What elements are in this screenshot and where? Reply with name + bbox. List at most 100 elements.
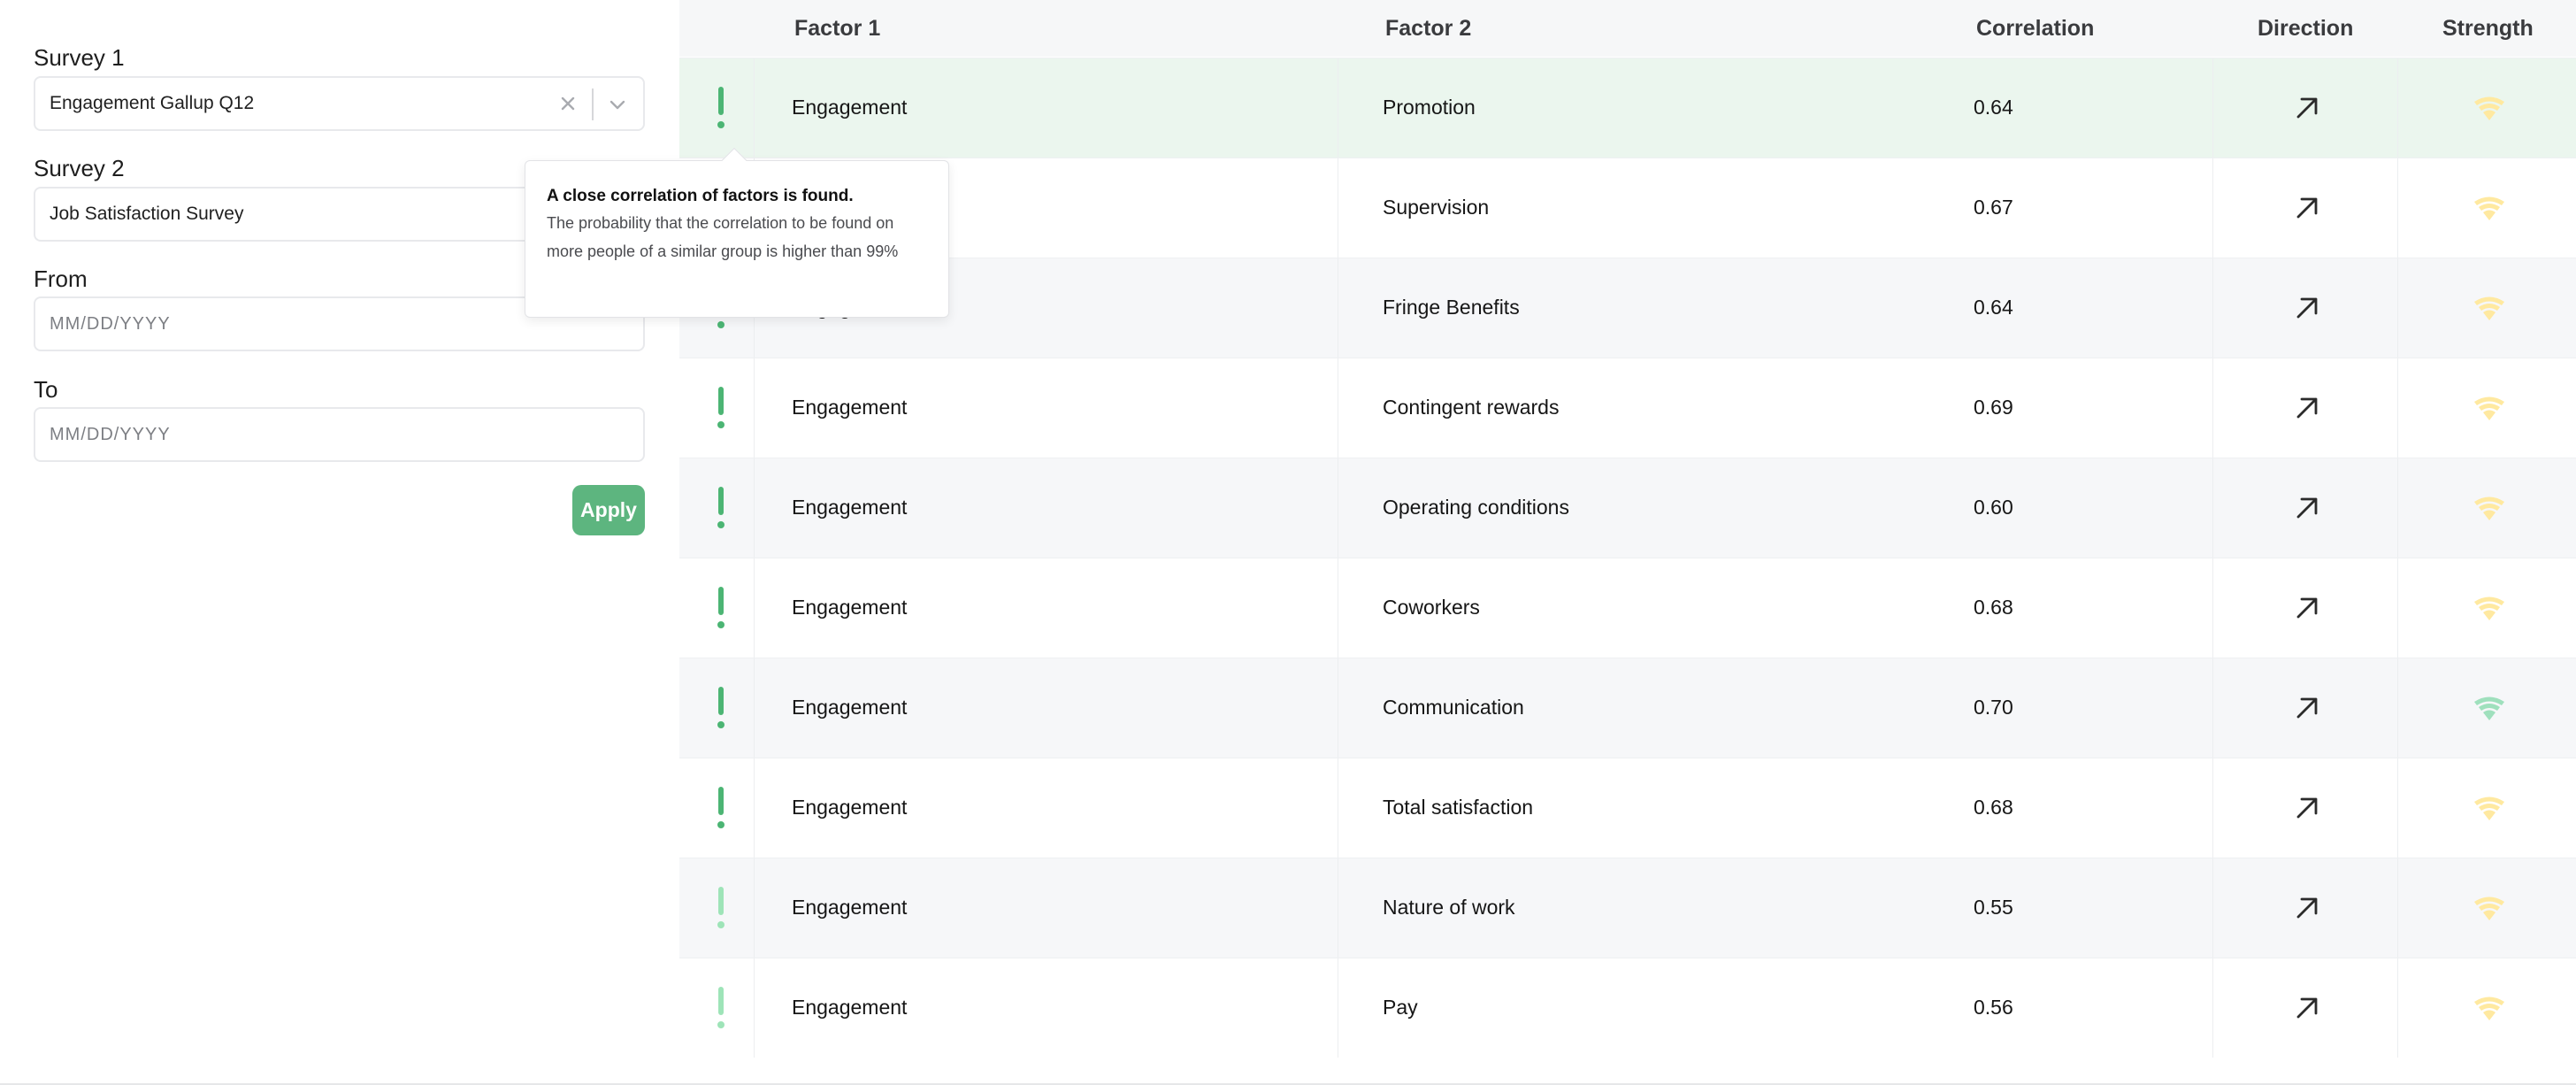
to-date-field[interactable] [34,407,645,462]
table-row[interactable]: Engagement Coworkers 0.68 [679,558,2576,658]
factor1-cell: Engagement [792,496,908,519]
column-divider [2212,358,2213,458]
factor1-cell: Engagement [792,796,908,819]
column-header-factor2[interactable]: Factor 2 [1385,0,1471,57]
column-divider [2212,558,2213,658]
correlation-cell: 0.68 [1974,796,2013,819]
column-divider [754,858,755,958]
column-divider [2397,58,2398,158]
column-divider [2212,958,2213,1058]
correlation-cell: 0.60 [1974,496,2013,519]
factor1-cell: Engagement [792,696,908,719]
up-right-arrow-icon [2296,297,2318,319]
significance-icon[interactable] [717,687,725,729]
significance-icon[interactable] [717,787,725,829]
significance-icon[interactable] [717,587,725,629]
significance-icon[interactable] [717,387,725,429]
survey2-label: Survey 2 [34,155,125,181]
significance-icon[interactable] [717,887,725,929]
survey2-value: Job Satisfaction Survey [50,204,244,224]
factor1-cell: Engagement [792,896,908,919]
correlation-cell: 0.55 [1974,896,2013,919]
up-right-arrow-icon [2296,697,2318,719]
up-right-arrow-icon [2296,597,2318,619]
factor2-cell: Supervision [1383,196,1490,219]
column-divider [2212,858,2213,958]
correlation-cell: 0.70 [1974,696,2013,719]
up-right-arrow-icon [2296,497,2318,519]
factor2-cell: Operating conditions [1383,496,1569,519]
signal-strength-icon [2474,596,2504,620]
column-divider [754,458,755,558]
factor1-cell: Engagement [792,396,908,419]
table-header: Factor 1 Factor 2 Correlation Direction … [679,0,2576,57]
table-row[interactable]: Engagement Operating conditions 0.60 [679,458,2576,558]
significance-icon[interactable] [717,487,725,529]
table-row[interactable]: Engagement Promotion 0.64 [679,58,2576,158]
table-row[interactable]: Engagement Total satisfaction 0.68 [679,758,2576,858]
correlation-cell: 0.56 [1974,996,2013,1019]
significance-icon[interactable] [717,987,725,1029]
column-header-correlation[interactable]: Correlation [1976,0,2094,57]
apply-button[interactable]: Apply [572,485,645,535]
factor2-cell: Promotion [1383,96,1476,119]
survey1-select[interactable]: Engagement Gallup Q12 [34,76,645,131]
column-divider [2212,58,2213,158]
up-right-arrow-icon [2296,397,2318,419]
up-right-arrow-icon [2296,197,2318,219]
column-divider [2397,458,2398,558]
factor2-cell: Communication [1383,696,1524,719]
table-row[interactable]: Engagement Communication 0.70 [679,658,2576,758]
factor2-cell: Contingent rewards [1383,396,1560,419]
tooltip-body: The probability that the correlation to … [547,214,899,260]
table-row[interactable]: Engagement Contingent rewards 0.69 [679,358,2576,458]
factor2-cell: Nature of work [1383,896,1515,919]
factor2-cell: Pay [1383,996,1418,1019]
signal-strength-icon [2474,496,2504,520]
chevron-down-icon[interactable] [604,91,631,118]
table-row[interactable]: EngagementSupervision0.67 [679,158,2576,258]
signal-strength-icon [2474,396,2504,420]
column-divider [2212,158,2213,258]
column-divider [2397,558,2398,658]
table-row[interactable]: Engagement Nature of work 0.55 [679,858,2576,958]
significance-icon[interactable] [717,87,725,129]
column-divider [754,58,755,158]
column-divider [754,558,755,658]
up-right-arrow-icon [2296,97,2318,119]
column-divider [2397,958,2398,1058]
column-header-strength[interactable]: Strength [2442,0,2534,57]
column-header-direction[interactable]: Direction [2258,0,2353,57]
up-right-arrow-icon [2296,797,2318,819]
column-divider [2397,158,2398,258]
to-label: To [34,376,58,403]
survey1-value: Engagement Gallup Q12 [50,93,255,113]
column-header-factor1[interactable]: Factor 1 [794,0,880,57]
column-divider [2397,658,2398,758]
signal-strength-icon [2474,896,2504,920]
column-divider [2397,358,2398,458]
clear-icon[interactable] [555,90,581,117]
signal-strength-icon [2474,96,2504,120]
column-divider [2397,258,2398,358]
column-divider [754,358,755,458]
table-row[interactable]: EngagementFringe Benefits0.64 [679,258,2576,358]
table-row[interactable]: Engagement Pay 0.56 [679,958,2576,1058]
factor2-cell: Coworkers [1383,596,1480,619]
factor2-cell: Fringe Benefits [1383,296,1520,319]
from-label: From [34,265,88,292]
column-divider [2212,258,2213,358]
column-divider [2397,758,2398,858]
signal-strength-icon [2474,796,2504,820]
factor1-cell: Engagement [792,96,908,119]
column-divider [2212,658,2213,758]
signal-strength-icon [2474,296,2504,320]
column-divider [2212,758,2213,858]
to-date-input[interactable] [50,424,643,445]
up-right-arrow-icon [2296,897,2318,919]
signal-strength-icon [2474,196,2504,220]
correlation-cell: 0.64 [1974,296,2013,319]
column-divider [754,658,755,758]
factor1-cell: Engagement [792,596,908,619]
correlation-cell: 0.68 [1974,596,2013,619]
